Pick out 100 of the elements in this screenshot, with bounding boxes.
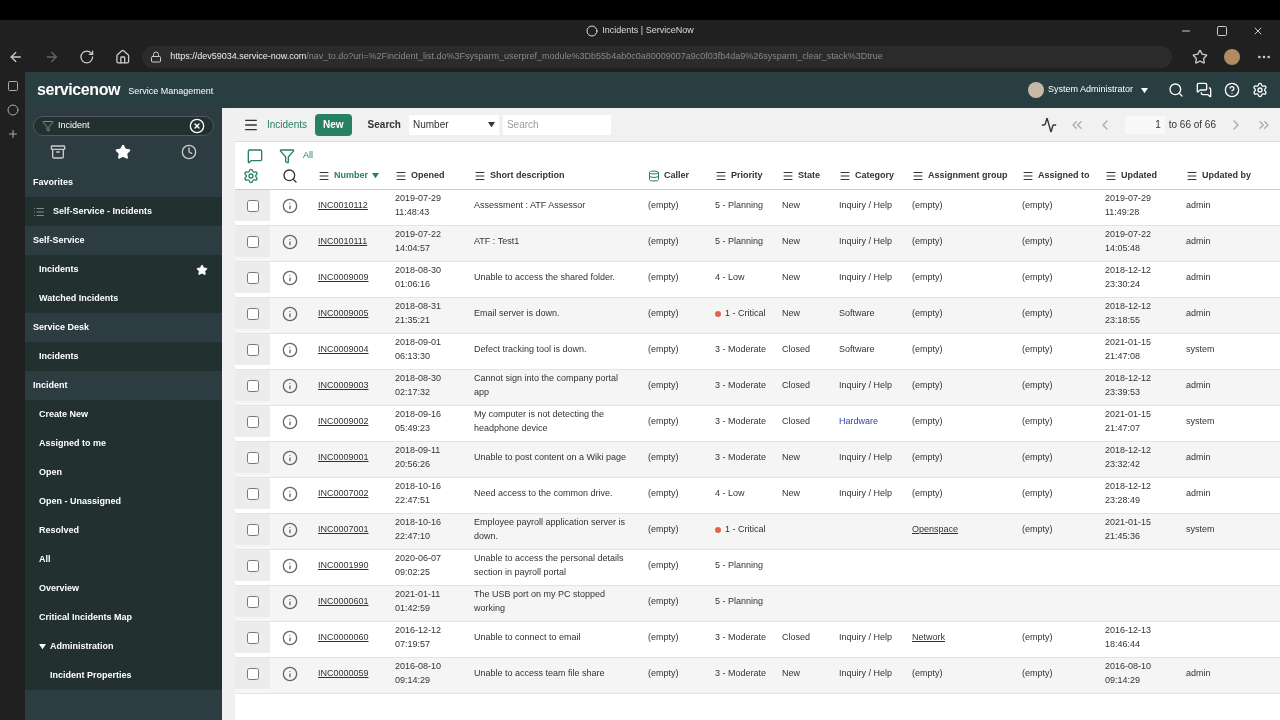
record-link[interactable]: INC0009005 — [318, 307, 369, 318]
row-checkbox[interactable] — [246, 379, 259, 392]
column-header[interactable]: Category — [855, 169, 894, 183]
address-bar[interactable]: https://dev59034.service-now.com/nav_to.do?uri=%2Fincident_list.do%3Fsysparm_userpref_module%3Db55b4ab0c0a80009007a9c0f03fb4da9%26sysparm_clear_stack%3Dtrue — [142, 46, 1172, 68]
favorite-icon[interactable] — [1191, 49, 1208, 65]
column-header[interactable]: Number — [334, 169, 368, 183]
record-link[interactable]: INC0009009 — [318, 271, 369, 282]
maximize-icon[interactable] — [1216, 25, 1228, 37]
row-checkbox[interactable] — [246, 199, 259, 212]
record-link[interactable]: Hardware — [839, 415, 878, 426]
column-menu-icon[interactable] — [912, 169, 924, 182]
row-checkbox[interactable] — [246, 451, 259, 464]
column-menu-icon[interactable] — [1105, 169, 1117, 182]
column-header[interactable]: Caller — [664, 169, 689, 183]
search-icon[interactable] — [282, 167, 298, 184]
avatar-icon[interactable] — [1223, 49, 1240, 65]
clear-icon[interactable] — [189, 118, 205, 134]
row-checkbox[interactable] — [246, 523, 259, 536]
nav-item[interactable]: Open — [39, 465, 62, 480]
column-header[interactable]: Updated — [1121, 169, 1157, 183]
page-field[interactable]: 1 — [1124, 115, 1165, 134]
user-name[interactable]: System Administrator — [1047, 83, 1133, 97]
comment-icon[interactable] — [247, 148, 263, 164]
row-checkbox[interactable] — [246, 271, 259, 284]
tabs-icon[interactable] — [6, 80, 19, 92]
info-icon[interactable] — [282, 449, 298, 466]
search-field-select[interactable]: Number — [408, 114, 499, 135]
star-icon[interactable] — [115, 144, 132, 160]
close-icon[interactable] — [1252, 25, 1264, 37]
nav-item[interactable]: Resolved — [39, 523, 80, 538]
activity-icon[interactable] — [1040, 116, 1057, 133]
info-icon[interactable] — [282, 341, 298, 358]
nav-favorite[interactable]: Self-Service - Incidents — [25, 197, 222, 226]
column-menu-icon[interactable] — [715, 169, 727, 182]
record-link[interactable]: INC0007002 — [318, 487, 369, 498]
column-header[interactable]: Opened — [411, 169, 445, 183]
row-checkbox[interactable] — [246, 559, 259, 572]
caret-icon[interactable] — [487, 121, 495, 128]
home-icon[interactable] — [114, 49, 131, 65]
star-icon[interactable] — [196, 263, 208, 276]
info-icon[interactable] — [282, 485, 298, 502]
column-menu-icon[interactable] — [839, 169, 851, 182]
archive-icon[interactable] — [49, 144, 66, 160]
record-link[interactable]: INC0000060 — [318, 631, 369, 642]
info-icon[interactable] — [282, 377, 298, 394]
record-link[interactable]: INC0007001 — [318, 523, 369, 534]
row-checkbox[interactable] — [246, 595, 259, 608]
record-link[interactable]: INC0000601 — [318, 595, 369, 606]
nav-item[interactable]: Create New — [39, 407, 89, 422]
row-checkbox[interactable] — [246, 631, 259, 644]
settings-icon[interactable] — [243, 167, 259, 184]
reload-icon[interactable] — [79, 49, 95, 65]
info-icon[interactable] — [282, 629, 298, 646]
filter-icon[interactable] — [279, 148, 295, 164]
record-link[interactable]: INC0009003 — [318, 379, 369, 390]
column-header[interactable]: Assigned to — [1038, 169, 1090, 183]
nav-item[interactable]: Overview — [39, 581, 80, 596]
info-icon[interactable] — [282, 305, 298, 322]
nav-filter[interactable]: Incident — [33, 116, 214, 136]
row-checkbox[interactable] — [246, 667, 259, 680]
column-header[interactable]: State — [798, 169, 820, 183]
info-icon[interactable] — [282, 593, 298, 610]
info-icon[interactable] — [282, 233, 298, 250]
search-field[interactable]: Search — [502, 114, 611, 135]
filter-breadcrumb[interactable]: All — [303, 149, 313, 163]
record-link[interactable]: INC0010112 — [318, 199, 368, 210]
sort-icon[interactable] — [372, 172, 379, 180]
info-icon[interactable] — [282, 521, 298, 538]
record-link[interactable]: INC0010111 — [318, 235, 368, 246]
column-header[interactable]: Short description — [490, 169, 565, 183]
row-checkbox[interactable] — [246, 487, 259, 500]
nav-item[interactable]: Incident Properties — [50, 668, 132, 683]
column-header[interactable]: Updated by — [1202, 169, 1251, 183]
add-icon[interactable] — [6, 128, 19, 140]
page-icon[interactable] — [6, 104, 19, 116]
column-menu-icon[interactable] — [1022, 169, 1034, 182]
chat-icon[interactable] — [1196, 82, 1212, 98]
info-icon[interactable] — [282, 665, 298, 682]
record-link[interactable]: INC0001990 — [318, 559, 369, 570]
column-menu-icon[interactable] — [395, 169, 407, 182]
back-icon[interactable] — [8, 49, 24, 65]
row-checkbox[interactable] — [246, 343, 259, 356]
column-header[interactable]: Priority — [731, 169, 763, 183]
record-link[interactable]: INC0009002 — [318, 415, 369, 426]
column-menu-icon[interactable] — [1186, 169, 1198, 182]
nav-item[interactable]: Incidents — [39, 349, 79, 364]
caret-icon[interactable] — [1141, 86, 1148, 94]
record-link[interactable]: Openspace — [912, 523, 959, 534]
row-checkbox[interactable] — [246, 235, 259, 248]
help-icon[interactable] — [1224, 82, 1240, 98]
info-icon[interactable] — [282, 557, 298, 574]
record-link[interactable]: INC0000059 — [318, 667, 369, 678]
nav-item[interactable]: Assigned to me — [39, 436, 106, 451]
history-icon[interactable] — [181, 144, 198, 160]
nav-item[interactable]: Incidents — [39, 262, 79, 277]
new-button[interactable]: New — [315, 113, 352, 136]
row-checkbox[interactable] — [246, 307, 259, 320]
column-menu-icon[interactable] — [318, 169, 330, 182]
info-icon[interactable] — [282, 197, 298, 214]
column-menu-icon[interactable] — [474, 169, 486, 182]
